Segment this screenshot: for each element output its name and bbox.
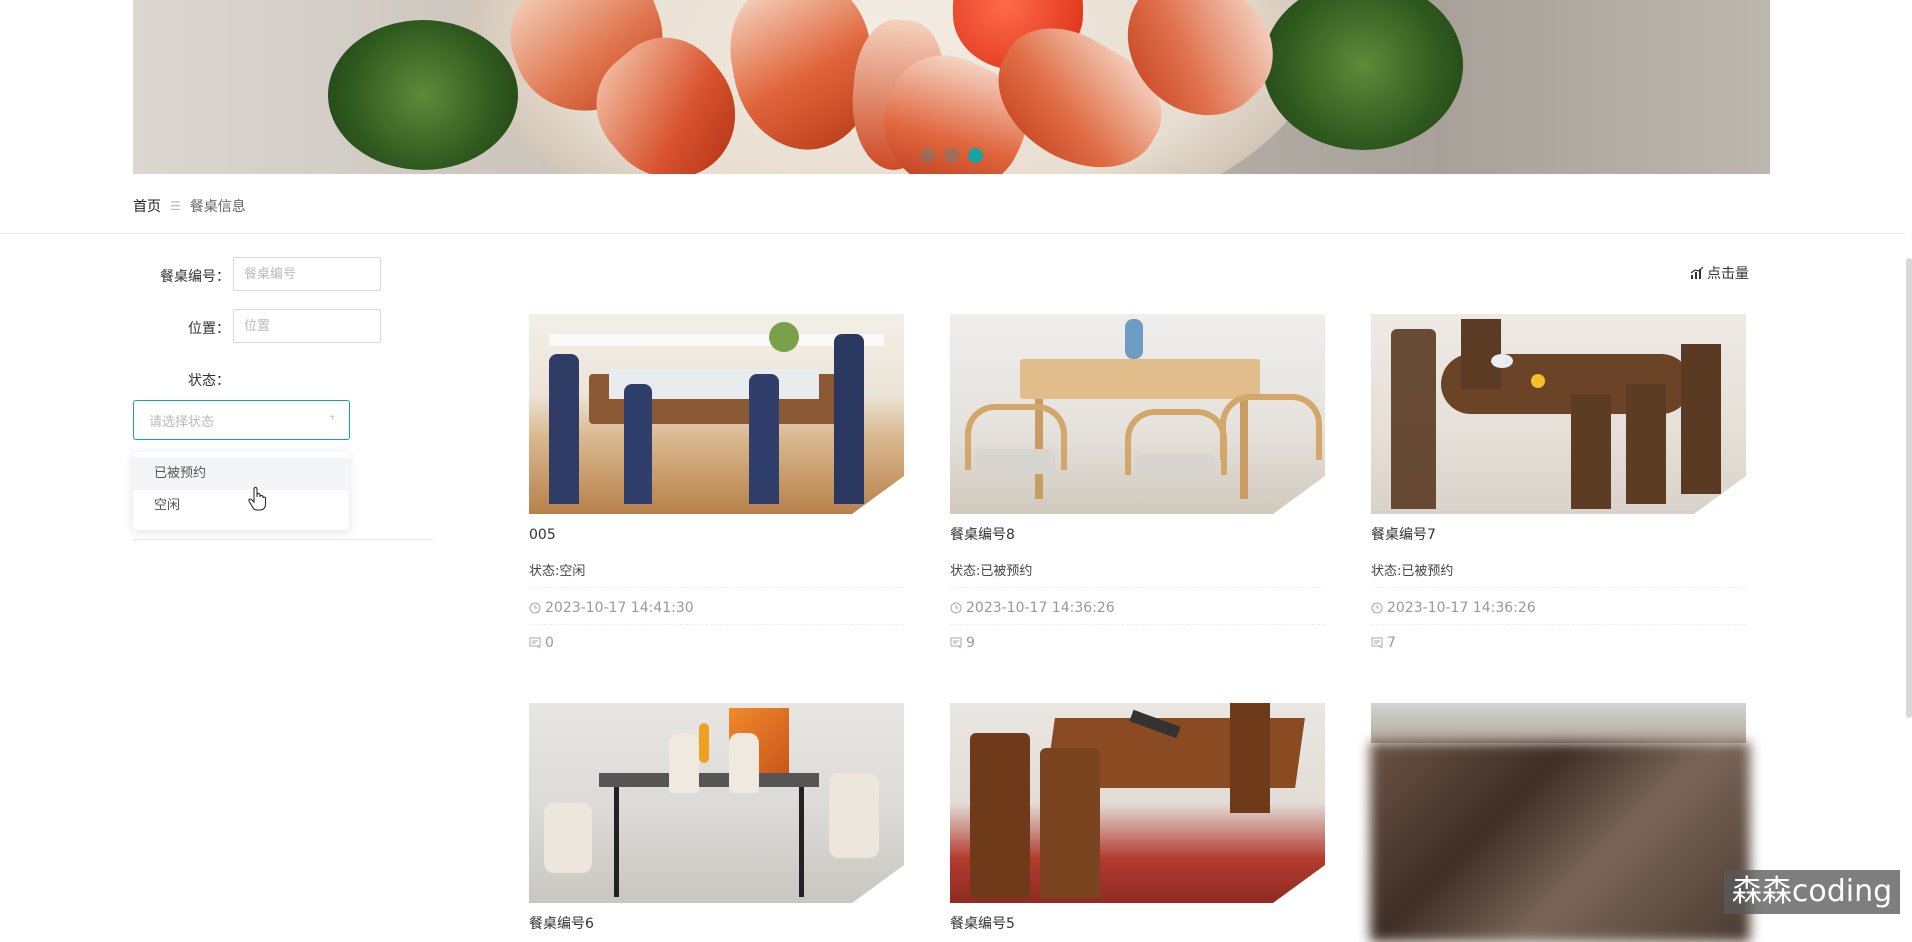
table-no-input[interactable] <box>233 257 381 291</box>
card-clicks: 7 <box>1371 635 1746 651</box>
breadcrumb-home[interactable]: 首页 <box>133 196 161 216</box>
comment-icon <box>1371 637 1383 649</box>
page-scrollbar[interactable] <box>1906 258 1912 718</box>
location-input[interactable] <box>233 309 381 343</box>
header-divider <box>0 233 1905 234</box>
status-dropdown: 已被预约 空闲 <box>133 452 349 530</box>
card-date: 2023-10-17 14:36:26 <box>1371 600 1746 625</box>
card-date: 2023-10-17 14:41:30 <box>529 600 904 625</box>
card-clicks-count: 9 <box>966 635 975 651</box>
watermark: 森森coding <box>1724 870 1900 914</box>
clock-icon <box>529 602 541 614</box>
card-title[interactable]: 餐桌编号7 <box>1371 524 1746 546</box>
card-clicks: 0 <box>529 635 904 651</box>
status-option-reserved[interactable]: 已被预约 <box>133 458 349 490</box>
status-select-placeholder: 请选择状态 <box>149 414 215 430</box>
filter-divider <box>133 539 433 540</box>
breadcrumb: 首页 ☰ 餐桌信息 <box>133 196 246 216</box>
comment-icon <box>950 637 962 649</box>
card-date: 2023-10-17 14:36:26 <box>950 600 1325 625</box>
comment-icon <box>529 637 541 649</box>
card-title[interactable]: 餐桌编号8 <box>950 524 1325 546</box>
card-status: 状态:空闲 <box>529 560 904 588</box>
sort-by-clicks-button[interactable]: 点击量 <box>1690 263 1749 283</box>
table-card[interactable]: 005 状态:空闲 2023-10-17 14:41:30 0 <box>529 314 904 651</box>
table-no-label: 餐桌编号： <box>160 269 230 285</box>
table-image[interactable] <box>950 314 1325 514</box>
breadcrumb-separator: ☰ <box>170 199 181 213</box>
carousel-dot-2[interactable] <box>944 148 959 163</box>
table-image[interactable] <box>1371 314 1746 514</box>
clock-icon <box>950 602 962 614</box>
blurred-card-overlay <box>1370 742 1750 942</box>
card-status: 状态:已被预约 <box>950 560 1325 588</box>
table-card[interactable]: 餐桌编号7 状态:已被预约 2023-10-17 14:36:26 7 <box>1371 314 1746 651</box>
card-date-text: 2023-10-17 14:36:26 <box>966 600 1115 616</box>
card-clicks-count: 7 <box>1387 635 1396 651</box>
card-date-text: 2023-10-17 14:36:26 <box>1387 600 1536 616</box>
card-status: 状态:已被预约 <box>1371 560 1746 588</box>
table-image-partial[interactable] <box>1371 703 1746 743</box>
card-clicks-count: 0 <box>545 635 554 651</box>
card-title[interactable]: 餐桌编号6 <box>529 913 904 935</box>
card-title[interactable]: 餐桌编号5 <box>950 913 1325 935</box>
card-clicks: 9 <box>950 635 1325 651</box>
banner-carousel[interactable] <box>133 0 1770 174</box>
carousel-indicators[interactable] <box>920 148 983 163</box>
table-card[interactable]: 餐桌编号6 <box>529 703 904 935</box>
carousel-dot-3[interactable] <box>968 148 983 163</box>
card-date-text: 2023-10-17 14:41:30 <box>545 600 694 616</box>
table-image[interactable] <box>950 703 1325 903</box>
status-option-free[interactable]: 空闲 <box>133 490 349 522</box>
status-label: 状态： <box>188 373 230 389</box>
table-card[interactable]: 餐桌编号8 状态:已被预约 2023-10-17 14:36:26 9 <box>950 314 1325 651</box>
breadcrumb-current: 餐桌信息 <box>189 199 246 215</box>
clock-icon <box>1371 602 1383 614</box>
location-label: 位置： <box>188 321 230 337</box>
table-image[interactable] <box>529 314 904 514</box>
hand-cursor-icon <box>248 487 266 511</box>
bar-chart-icon <box>1690 266 1704 279</box>
sort-label: 点击量 <box>1707 266 1749 282</box>
card-title[interactable]: 005 <box>529 524 904 546</box>
table-card[interactable]: 餐桌编号5 <box>950 703 1325 935</box>
carousel-dot-1[interactable] <box>920 148 935 163</box>
status-select[interactable]: 请选择状态 ⌝ <box>133 400 350 440</box>
chevron-down-icon: ⌝ <box>328 413 334 427</box>
table-image[interactable] <box>529 703 904 903</box>
